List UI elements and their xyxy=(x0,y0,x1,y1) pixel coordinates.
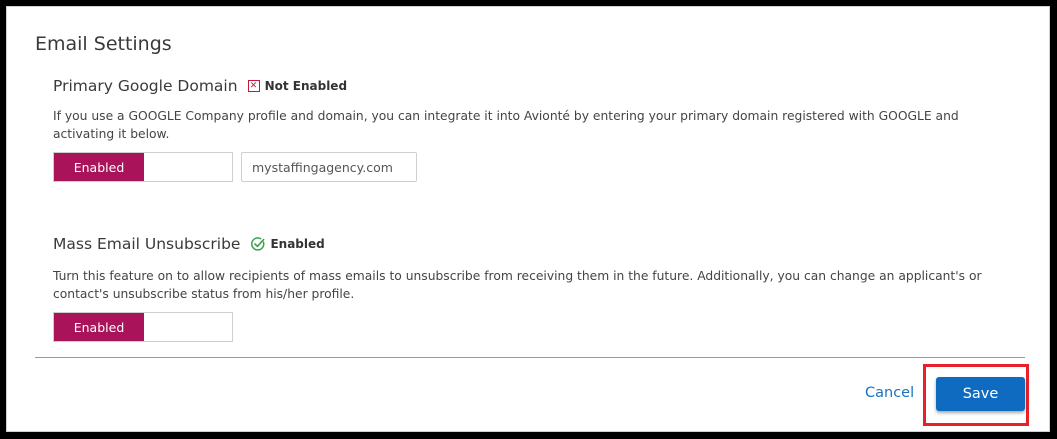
page-title: Email Settings xyxy=(35,33,172,55)
google-domain-toggle[interactable]: Enabled xyxy=(53,152,233,182)
mass-unsubscribe-title: Mass Email Unsubscribe xyxy=(53,235,241,253)
footer-divider xyxy=(35,357,1025,358)
google-domain-description: If you use a GOOGLE Company profile and … xyxy=(53,109,959,141)
x-box-icon: ✕ xyxy=(247,80,260,92)
mass-unsubscribe-description: Turn this feature on to allow recipients… xyxy=(53,269,982,301)
google-domain-toggle-off[interactable] xyxy=(144,153,232,181)
mass-unsubscribe-status-text: Enabled xyxy=(270,237,325,251)
save-button[interactable]: Save xyxy=(936,377,1025,411)
email-settings-panel: Email Settings Primary Google Domain ✕ N… xyxy=(6,6,1050,432)
mass-unsubscribe-toggle-off[interactable] xyxy=(144,313,232,341)
google-domain-header: Primary Google Domain ✕ Not Enabled xyxy=(53,77,347,95)
google-domain-toggle-on[interactable]: Enabled xyxy=(54,153,144,181)
google-domain-status-badge: ✕ Not Enabled xyxy=(247,79,348,93)
mass-unsubscribe-toggle-on[interactable]: Enabled xyxy=(54,313,144,341)
google-domain-input[interactable] xyxy=(241,152,417,182)
google-domain-title: Primary Google Domain xyxy=(53,77,238,95)
mass-unsubscribe-header: Mass Email Unsubscribe Enabled xyxy=(53,235,325,253)
google-domain-status-text: Not Enabled xyxy=(264,79,348,93)
mass-unsubscribe-toggle[interactable]: Enabled xyxy=(53,312,233,342)
check-circle-icon xyxy=(251,237,265,251)
cancel-button[interactable]: Cancel xyxy=(865,385,914,401)
mass-unsubscribe-status-badge: Enabled xyxy=(250,236,325,252)
